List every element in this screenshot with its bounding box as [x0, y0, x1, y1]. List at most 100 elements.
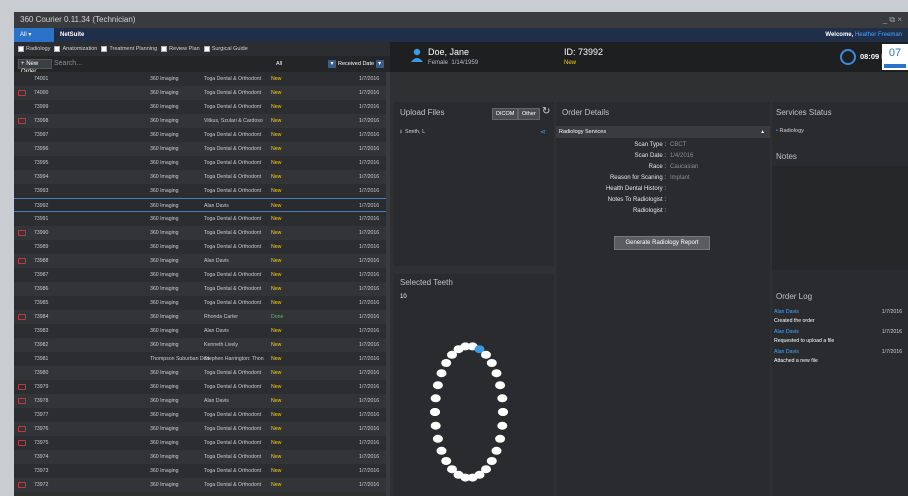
chevron-down-icon: ▾	[28, 32, 32, 38]
table-row[interactable]: 73978 360 Imaging Alan Davis New 1/7/2016	[14, 394, 390, 408]
imaging-center-cell: 360 Imaging	[150, 76, 179, 82]
tooth-2[interactable]	[430, 394, 441, 403]
tooth-27[interactable]	[447, 465, 457, 474]
date-cell: 1/7/2016	[359, 398, 380, 404]
tooth-5[interactable]	[441, 359, 452, 367]
tooth-18[interactable]	[497, 421, 508, 430]
practice-cell: Toga Dental & Orthodont	[204, 440, 262, 446]
table-row[interactable]: 73984 360 Imaging Rhonda Carter Done 1/7/201…	[14, 310, 390, 324]
table-row[interactable]: 73991 360 Imaging Toga Dental & Orthodont N…	[14, 212, 390, 226]
calendar-month-strip	[884, 64, 906, 68]
table-row[interactable]: 73999 360 Imaging Toga Dental & Orthodont N…	[14, 100, 390, 114]
tooth-29[interactable]	[436, 446, 447, 455]
table-row[interactable]: 73975 360 Imaging Toga Dental & Orthodont N…	[14, 436, 390, 450]
table-row[interactable]: 73981 Thompson Suburban Den Stephen Harrin…	[14, 352, 390, 366]
refresh-icon[interactable]: ↻	[542, 106, 550, 117]
table-row[interactable]: 73989 360 Imaging Toga Dental & Orthodont N…	[14, 240, 390, 254]
table-row[interactable]: 73982 360 Imaging Kenneth Lively New 1/7/201…	[14, 338, 390, 352]
share-icon[interactable]: ⋖	[540, 128, 546, 136]
table-row[interactable]: 73983 360 Imaging Alan Davis New 1/7/2016	[14, 324, 390, 338]
user-name[interactable]: Heather Freeman	[855, 32, 902, 38]
table-row[interactable]: 73990 360 Imaging Toga Dental & Orthodont N…	[14, 226, 390, 240]
netsuite-link[interactable]: NetSuite	[60, 28, 84, 42]
tooth-21[interactable]	[486, 457, 497, 465]
table-row[interactable]: 73997 360 Imaging Toga Dental & Orthodont N…	[14, 128, 390, 142]
table-row[interactable]: 73979 360 Imaging Toga Dental & Orthodont N…	[14, 380, 390, 394]
table-row[interactable]: 73987 360 Imaging Toga Dental & Orthodont N…	[14, 268, 390, 282]
mail-icon	[18, 118, 26, 124]
checkbox[interactable]	[54, 45, 61, 52]
filter-checkbox-surgical-guide[interactable]: Surgical Guide	[203, 45, 248, 52]
tooth-20[interactable]	[491, 446, 502, 455]
table-row[interactable]: 73972 360 Imaging Toga Dental & Orthodont N…	[14, 478, 390, 492]
generate-report-button[interactable]: Generate Radiology Report	[614, 236, 710, 250]
tooth-17[interactable]	[498, 408, 508, 416]
checkbox[interactable]	[18, 45, 24, 52]
table-row[interactable]: 73988 360 Imaging Alan Davis New 1/7/2016	[14, 254, 390, 268]
log-user[interactable]: Alan Davis	[774, 309, 799, 315]
tooth-12[interactable]	[486, 359, 497, 367]
filter-label: Radiology	[26, 46, 51, 52]
date-cell: 1/7/2016	[359, 342, 380, 348]
notes-area[interactable]	[772, 166, 908, 270]
table-row[interactable]: 73996 360 Imaging Toga Dental & Orthodont N…	[14, 142, 390, 156]
practice-cell: Toga Dental & Orthodont	[204, 286, 262, 292]
checkbox[interactable]	[101, 45, 108, 52]
table-row[interactable]: 73998 360 Imaging Vitkus, Szulari & Cardos…	[14, 114, 390, 128]
table-row[interactable]: 73973 360 Imaging Toga Dental & Orthodont N…	[14, 464, 390, 478]
table-row[interactable]: 73985 360 Imaging Toga Dental & Orthodont N…	[14, 296, 390, 310]
checkbox[interactable]	[161, 45, 168, 52]
search-input[interactable]: Search...	[54, 59, 204, 69]
table-row[interactable]: 73993 360 Imaging Toga Dental & Orthodont N…	[14, 184, 390, 198]
sort-select-value: Received Date	[338, 61, 375, 67]
tooth-13[interactable]	[491, 369, 502, 378]
status-cell: New	[271, 203, 282, 209]
table-row[interactable]: 73986 360 Imaging Toga Dental & Orthodont N…	[14, 282, 390, 296]
tooth-11[interactable]	[481, 350, 491, 359]
table-row[interactable]: 73974 360 Imaging Toga Dental & Orthodont N…	[14, 450, 390, 464]
table-row[interactable]: 73992 360 Imaging Alan Davis New 1/7/2016	[14, 198, 390, 212]
log-user[interactable]: Alan Davis	[774, 349, 799, 355]
table-row[interactable]: 74000 360 Imaging Toga Dental & Orthodont N…	[14, 86, 390, 100]
new-order-button[interactable]: + New Order	[18, 59, 52, 75]
tooth-28[interactable]	[441, 457, 452, 465]
order-id-cell: 74000	[34, 90, 49, 96]
service-filters: Radiology Anatomization Treatment Planning…	[14, 42, 390, 56]
order-id-cell: 73980	[34, 370, 49, 376]
status-cell: New	[271, 356, 282, 362]
filter-select[interactable]: All	[276, 59, 336, 69]
checkbox[interactable]	[203, 45, 210, 52]
other-button[interactable]: Other	[518, 108, 540, 120]
tooth-15[interactable]	[497, 394, 508, 403]
table-row[interactable]: 73976 360 Imaging Toga Dental & Orthodont N…	[14, 422, 390, 436]
imaging-center-cell: 360 Imaging	[150, 174, 179, 180]
table-row[interactable]: 73980 360 Imaging Toga Dental & Orthodont N…	[14, 366, 390, 380]
tooth-32[interactable]	[430, 408, 440, 416]
file-item[interactable]: ⭳ Smith, L	[400, 128, 425, 137]
date-cell: 1/7/2016	[359, 356, 380, 362]
window-controls[interactable]: _ ⧉ ×	[883, 12, 902, 28]
tooth-14[interactable]	[495, 381, 506, 390]
table-row[interactable]: 73995 360 Imaging Toga Dental & Orthodont N…	[14, 156, 390, 170]
table-row[interactable]: 74001 360 Imaging Toga Dental & Orthodont N…	[14, 72, 390, 86]
filter-checkbox-treatment-planning[interactable]: Treatment Planning	[101, 45, 157, 52]
table-row[interactable]: 73977 360 Imaging Toga Dental & Orthodont N…	[14, 408, 390, 422]
filter-checkbox-radiology[interactable]: Radiology	[18, 45, 51, 52]
filter-checkbox-review-plan[interactable]: Review Plan	[161, 45, 200, 52]
tooth-30[interactable]	[432, 434, 443, 443]
dicom-button[interactable]: DICOM	[492, 108, 519, 120]
dental-chart[interactable]	[414, 332, 524, 492]
tooth-31[interactable]	[430, 421, 441, 430]
date-cell: 1/7/2016	[359, 300, 380, 306]
order-list: 74001 360 Imaging Toga Dental & Orthodont N…	[14, 72, 390, 496]
tooth-4[interactable]	[436, 369, 447, 378]
table-row[interactable]: 73994 360 Imaging Toga Dental & Orthodont N…	[14, 170, 390, 184]
radiology-services-section[interactable]: Radiology Services ▴	[556, 126, 770, 138]
all-dropdown[interactable]: All ▾	[14, 28, 54, 42]
sort-select[interactable]: ▾ Received Date ▾	[328, 59, 388, 69]
filter-checkbox-anatomization[interactable]: Anatomization	[54, 45, 97, 52]
list-scrollbar[interactable]	[386, 72, 390, 496]
log-user[interactable]: Alan Davis	[774, 329, 799, 335]
tooth-19[interactable]	[495, 434, 506, 443]
tooth-3[interactable]	[432, 381, 443, 390]
